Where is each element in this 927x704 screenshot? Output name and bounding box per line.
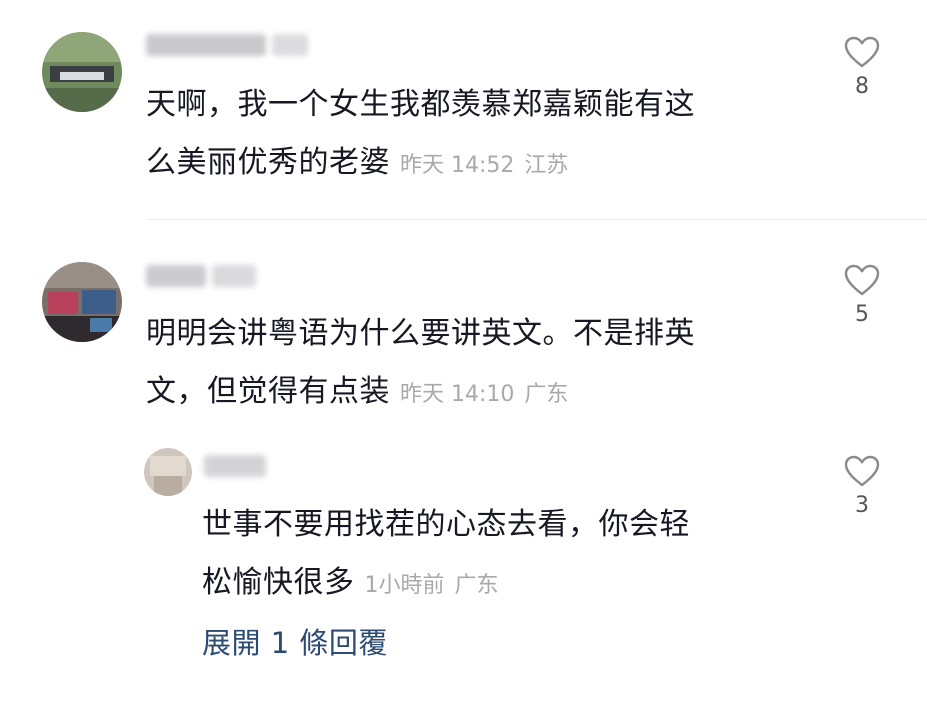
avatar[interactable] xyxy=(42,32,122,112)
reply-location: 广东 xyxy=(454,573,499,598)
like-button[interactable]: 5 xyxy=(832,264,892,327)
expand-replies-link[interactable]: 展開 1 條回覆 xyxy=(202,620,388,662)
comment-text-line: 明明会讲粤语为什么要讲英文。不是排英 xyxy=(146,316,695,351)
comment-text-line: 么美丽优秀的老婆 昨天 14:52 江苏 xyxy=(146,145,569,180)
comment-meta: 昨天 14:52 江苏 xyxy=(400,153,568,178)
username-obscured[interactable] xyxy=(146,263,256,289)
heart-outline-icon xyxy=(844,36,880,68)
avatar[interactable] xyxy=(144,448,192,496)
heart-outline-icon xyxy=(844,264,880,296)
divider xyxy=(146,219,927,220)
reply-time: 1小時前 xyxy=(364,573,445,598)
reply-text-line: 松愉快很多 1小時前 广东 xyxy=(202,565,499,600)
avatar[interactable] xyxy=(42,262,122,342)
reply-text: 世事不要用找茬的心态去看，你会轻 松愉快很多 1小時前 广东 xyxy=(202,496,690,615)
like-count: 8 xyxy=(855,74,869,99)
reply-meta: 1小時前 广东 xyxy=(365,573,499,598)
comment-time: 昨天 14:52 xyxy=(400,153,515,178)
like-count: 5 xyxy=(855,302,869,327)
heart-outline-icon xyxy=(844,455,880,487)
comment-location: 江苏 xyxy=(524,153,569,178)
reply-text-line: 世事不要用找茬的心态去看，你会轻 xyxy=(202,507,690,542)
username-obscured[interactable] xyxy=(204,453,266,479)
like-button[interactable]: 8 xyxy=(832,36,892,99)
comment-location: 广东 xyxy=(524,382,569,407)
comment-text-line: 文，但觉得有点装 昨天 14:10 广东 xyxy=(146,374,569,409)
avatar-image xyxy=(42,32,122,112)
username-obscured[interactable] xyxy=(146,32,308,58)
like-count: 3 xyxy=(855,493,869,518)
comment-text-line: 天啊，我一个女生我都羡慕郑嘉颖能有这 xyxy=(146,87,695,122)
comment-text: 天啊，我一个女生我都羡慕郑嘉颖能有这 么美丽优秀的老婆 昨天 14:52 江苏 xyxy=(146,76,695,195)
avatar-image xyxy=(42,262,122,342)
like-button[interactable]: 3 xyxy=(832,455,892,518)
comment-meta: 昨天 14:10 广东 xyxy=(400,382,568,407)
comment-time: 昨天 14:10 xyxy=(400,382,515,407)
comment-text: 明明会讲粤语为什么要讲英文。不是排英 文，但觉得有点装 昨天 14:10 广东 xyxy=(146,305,695,424)
avatar-image xyxy=(144,448,192,496)
